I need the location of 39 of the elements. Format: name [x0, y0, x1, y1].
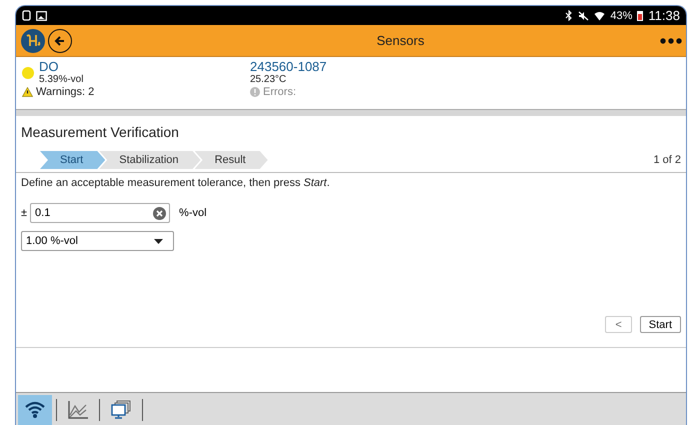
unit-label: %-vol	[179, 207, 207, 219]
wifi-icon	[594, 10, 606, 20]
error-icon	[250, 87, 260, 97]
sensor-name[interactable]: DO	[39, 60, 84, 74]
instruction-text: Define an acceptable measurement tolerance, then press Start.	[20, 176, 331, 189]
bluetooth-icon	[565, 10, 574, 21]
monitor-icon	[111, 400, 131, 419]
battery-icon	[637, 10, 644, 21]
back-arrow-icon	[54, 34, 66, 46]
step-tab[interactable]: Result	[194, 151, 268, 169]
wifi-tab[interactable]	[18, 394, 52, 424]
step-tab[interactable]: Stabilization	[99, 151, 201, 169]
image-icon	[36, 10, 47, 20]
temperature: 25.23°C	[250, 74, 288, 85]
battery-percent: 43%	[610, 10, 632, 22]
sensor-reading: 5.39%-vol	[39, 74, 84, 85]
app-title: Sensors	[376, 33, 424, 48]
more-icon[interactable]	[660, 38, 682, 44]
step-tab[interactable]: Start	[40, 151, 106, 169]
previous-button[interactable]: <	[605, 316, 632, 333]
serial-number: 243560-1087	[250, 60, 328, 74]
errors-label: Errors:	[263, 86, 296, 98]
dropdown-caret-icon	[154, 238, 163, 244]
line-chart-icon	[68, 400, 88, 418]
start-button[interactable]: Start	[640, 316, 681, 333]
warnings-count: Warnings: 2	[36, 86, 94, 98]
tolerance-field[interactable]: 0.1	[30, 203, 170, 223]
page-title: Measurement Verification	[20, 123, 180, 142]
back-button[interactable]	[48, 28, 72, 52]
mute-icon	[578, 10, 590, 20]
clock: 11:38	[648, 8, 680, 23]
warning-icon	[22, 87, 33, 97]
wifi-icon	[25, 401, 45, 418]
tolerance-dropdown[interactable]: 1.00 %-vol	[21, 231, 174, 251]
logo-icon	[21, 28, 45, 52]
page-count: 1 of 2	[653, 154, 681, 166]
phone-icon	[22, 10, 32, 21]
clear-icon[interactable]	[153, 206, 166, 220]
plus-minus-sign: ±	[21, 207, 28, 219]
